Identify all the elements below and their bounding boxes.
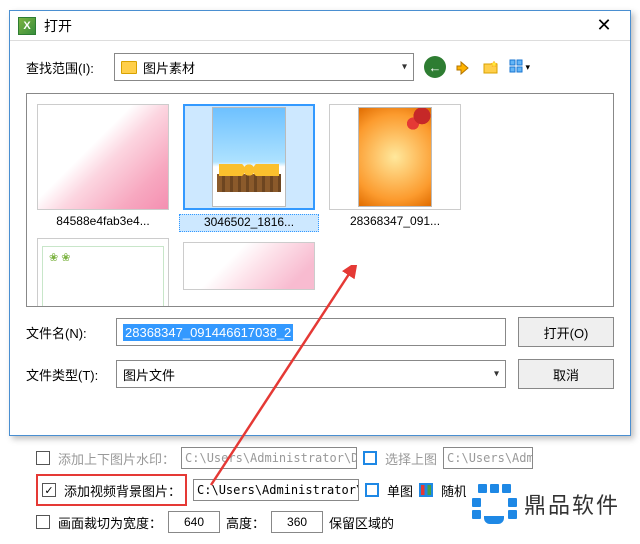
look-in-row: 查找范围(I): 图片素材 ▾ ← ▾ bbox=[10, 41, 630, 93]
chevron-down-icon: ▾ bbox=[402, 62, 407, 73]
app-icon bbox=[18, 17, 36, 35]
file-thumb[interactable] bbox=[179, 242, 319, 307]
file-thumb[interactable]: 84588e4fab3e4... bbox=[33, 104, 173, 232]
width-input[interactable]: 640 bbox=[168, 511, 220, 533]
chevron-down-icon: ▾ bbox=[494, 369, 499, 380]
select-image-icon[interactable] bbox=[363, 451, 377, 465]
new-folder-icon[interactable] bbox=[480, 56, 502, 78]
height-input[interactable]: 360 bbox=[271, 511, 323, 533]
single-image-icon[interactable] bbox=[365, 483, 379, 497]
checkbox-crop[interactable] bbox=[36, 515, 50, 529]
bg-image-label: 添加视频背景图片： bbox=[64, 481, 181, 500]
random-image-icon[interactable] bbox=[419, 483, 433, 497]
filetype-label: 文件类型(T): bbox=[26, 365, 104, 384]
look-in-combo[interactable]: 图片素材 ▾ bbox=[114, 53, 414, 81]
up-one-level-icon[interactable] bbox=[452, 56, 474, 78]
file-thumb[interactable]: QQ截图 20220415133431 bbox=[33, 238, 173, 307]
crop-width-label: 画面裁切为宽度： bbox=[58, 513, 162, 532]
look-in-label: 查找范围(I): bbox=[26, 58, 104, 77]
file-thumb[interactable]: 28368347_091... bbox=[325, 104, 465, 232]
path-input-2[interactable]: C:\Users\Admi bbox=[443, 447, 533, 469]
watermark-text: 鼎品软件 bbox=[524, 488, 620, 520]
bg-path-input[interactable]: C:\Users\Administrator\ bbox=[193, 479, 359, 501]
close-button[interactable]: ✕ bbox=[586, 14, 622, 38]
filename-label: 文件名(N): bbox=[26, 323, 104, 342]
single-image-label: 单图 bbox=[387, 481, 413, 500]
toolbar-icons: ← ▾ bbox=[424, 56, 530, 78]
highlight-box: 添加视频背景图片： bbox=[36, 474, 187, 506]
file-name: 3046502_1816... bbox=[179, 214, 319, 232]
watermark-logo bbox=[472, 482, 516, 526]
path-input[interactable]: C:\Users\Administrator\Deskto bbox=[181, 447, 357, 469]
filename-input[interactable]: 28368347_091446617038_2 bbox=[116, 318, 506, 346]
open-file-dialog: 打开 ✕ 查找范围(I): 图片素材 ▾ ← ▾ 84 bbox=[9, 10, 631, 436]
checkbox-watermark[interactable] bbox=[36, 451, 50, 465]
cancel-button[interactable]: 取消 bbox=[518, 359, 614, 389]
views-icon[interactable]: ▾ bbox=[508, 56, 530, 78]
file-list-pane[interactable]: 84588e4fab3e4... 3046502_1816... 2836834… bbox=[26, 93, 614, 307]
folder-icon bbox=[121, 61, 137, 74]
titlebar: 打开 ✕ bbox=[10, 11, 630, 41]
file-name: 28368347_091... bbox=[325, 214, 465, 230]
open-button[interactable]: 打开(O) bbox=[518, 317, 614, 347]
current-folder: 图片素材 bbox=[143, 58, 195, 77]
watermark-label: 添加上下图片水印： bbox=[58, 449, 175, 468]
file-name: 84588e4fab3e4... bbox=[33, 214, 173, 230]
file-thumb[interactable]: 3046502_1816... bbox=[179, 104, 319, 232]
height-label: 高度： bbox=[226, 513, 265, 532]
back-icon[interactable]: ← bbox=[424, 56, 446, 78]
dialog-title: 打开 bbox=[44, 16, 586, 36]
filetype-combo[interactable]: 图片文件 ▾ bbox=[116, 360, 506, 388]
keep-region-label: 保留区域的 bbox=[329, 513, 394, 532]
checkbox-bg-image[interactable] bbox=[42, 483, 56, 497]
watermark: 鼎品软件 bbox=[466, 478, 626, 530]
